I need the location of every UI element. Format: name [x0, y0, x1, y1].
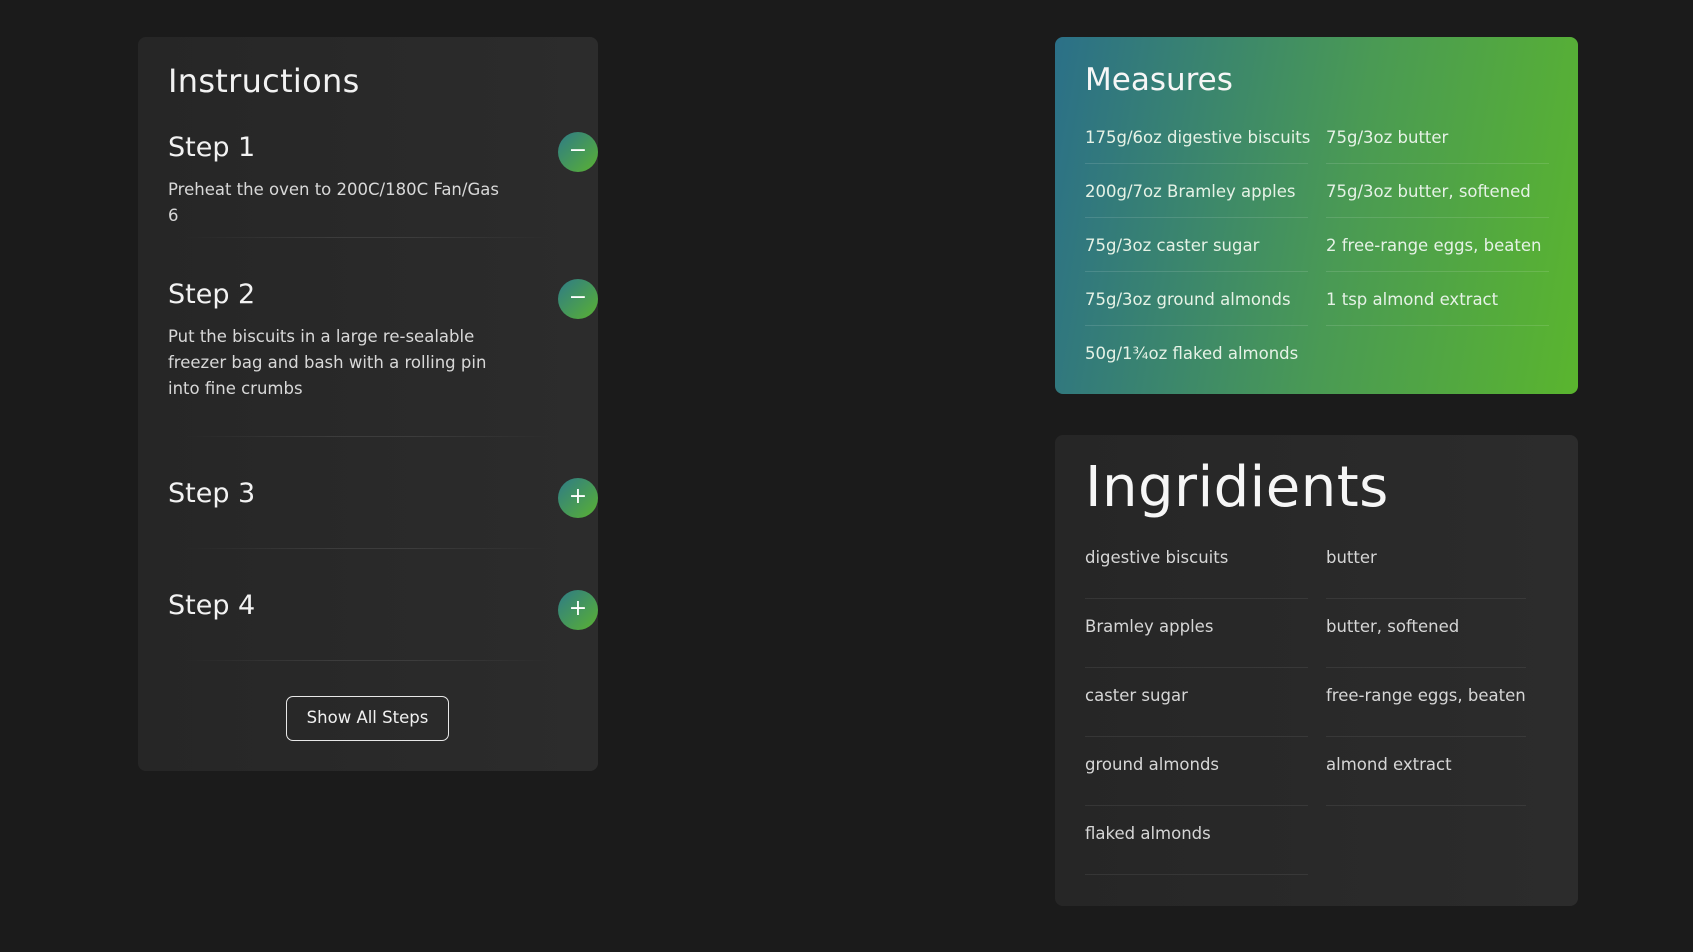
step-2-text: Put the biscuits in a large re-sealable … — [168, 327, 487, 398]
instructions-title: Instructions — [168, 62, 360, 100]
measure-divider — [1085, 163, 1308, 164]
ingredient-item: free-range eggs, beaten — [1326, 686, 1526, 705]
measure-item: 75g/3oz butter, softened — [1326, 182, 1531, 201]
step-2-title: Step 2 — [168, 279, 256, 310]
ingredient-divider — [1326, 805, 1526, 806]
ingredient-item: butter — [1326, 548, 1377, 567]
measure-item: 75g/3oz ground almonds — [1085, 290, 1291, 309]
measure-divider — [1326, 325, 1549, 326]
measure-item: 1 tsp almond extract — [1326, 290, 1499, 309]
ingredient-item: flaked almonds — [1085, 824, 1211, 843]
measure-divider — [1085, 271, 1308, 272]
ingredient-divider — [1326, 598, 1526, 599]
ingredient-item: caster sugar — [1085, 686, 1188, 705]
ingredient-divider — [1326, 736, 1526, 737]
expand-step-4-button[interactable]: + — [558, 590, 598, 630]
ingredient-divider — [1085, 805, 1308, 806]
ingredient-divider — [1085, 874, 1308, 875]
step-2: Step 2 Put the biscuits in a large re-se… — [168, 279, 598, 402]
measure-item: 2 free-range eggs, beaten — [1326, 236, 1542, 255]
ingredient-item: ground almonds — [1085, 755, 1220, 774]
measure-item: 75g/3oz butter — [1326, 128, 1449, 147]
ingredient-item: digestive biscuits — [1085, 548, 1229, 567]
measure-item: 50g/1¾oz flaked almonds — [1085, 344, 1299, 363]
step-divider — [183, 436, 553, 437]
ingredient-item: almond extract — [1326, 755, 1452, 774]
step-4-title: Step 4 — [168, 590, 256, 621]
collapse-step-1-button[interactable]: − — [558, 132, 598, 172]
ingredients-card: Ingridients digestive biscuits butter Br… — [1055, 435, 1578, 906]
measure-divider — [1326, 271, 1549, 272]
ingredient-divider — [1085, 667, 1308, 668]
ingredient-divider — [1326, 667, 1526, 668]
step-divider — [183, 548, 553, 549]
ingredients-title: Ingridients — [1085, 455, 1389, 520]
measure-divider — [1326, 163, 1549, 164]
step-divider — [183, 237, 553, 238]
measure-divider — [1085, 325, 1308, 326]
step-4: Step 4 + — [168, 590, 598, 630]
measure-item: 75g/3oz caster sugar — [1085, 236, 1260, 255]
collapse-step-2-button[interactable]: − — [558, 279, 598, 319]
measure-divider — [1085, 217, 1308, 218]
step-divider — [183, 660, 553, 661]
ingredient-item: Bramley apples — [1085, 617, 1214, 636]
measure-item: 200g/7oz Bramley apples — [1085, 182, 1296, 201]
step-3: Step 3 + — [168, 478, 598, 518]
measures-card: Measures 175g/6oz digestive biscuits 75g… — [1055, 37, 1578, 394]
show-all-steps-button[interactable]: Show All Steps — [286, 696, 449, 741]
step-1: Step 1 Preheat the oven to 200C/180C Fan… — [168, 132, 598, 229]
expand-step-3-button[interactable]: + — [558, 478, 598, 518]
step-1-title: Step 1 — [168, 132, 256, 163]
ingredient-divider — [1085, 736, 1308, 737]
ingredient-item: butter, softened — [1326, 617, 1460, 636]
step-3-title: Step 3 — [168, 478, 256, 509]
measure-divider — [1326, 217, 1549, 218]
measures-title: Measures — [1085, 62, 1233, 98]
instructions-card: Instructions Step 1 Preheat the oven to … — [138, 37, 598, 771]
step-1-text: Preheat the oven to 200C/180C Fan/Gas 6 — [168, 180, 499, 225]
ingredient-divider — [1085, 598, 1308, 599]
measure-item: 175g/6oz digestive biscuits — [1085, 128, 1311, 147]
